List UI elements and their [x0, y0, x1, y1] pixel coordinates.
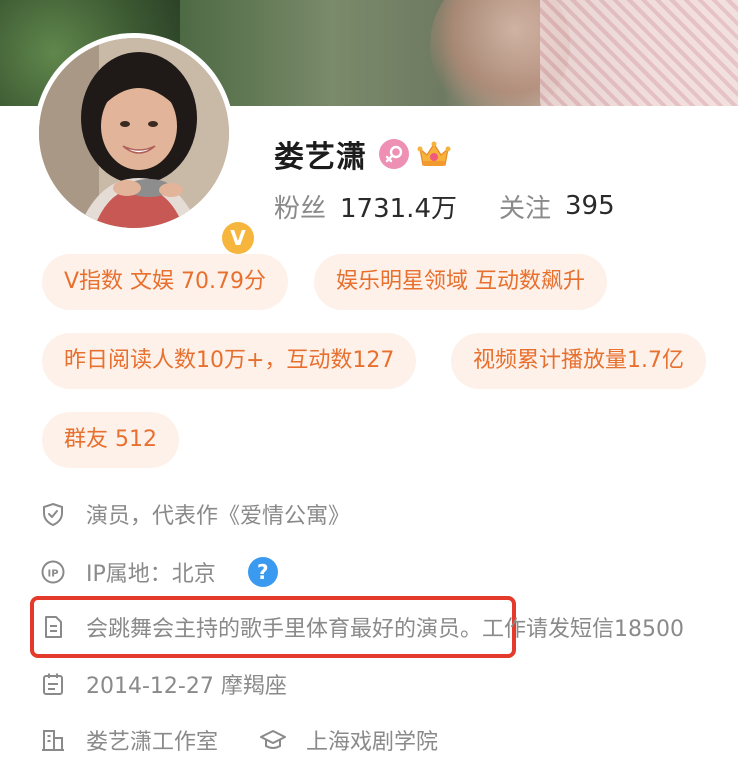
company-text[interactable]: 娄艺潇工作室 — [86, 724, 218, 756]
verification-text: 演员，代表作《爱情公寓》 — [86, 504, 351, 529]
bio-text: 会跳舞会主持的歌手里体育最好的演员。工作请发短信18500 — [86, 617, 684, 642]
profile-page: V 娄艺潇 粉丝 1731.4万 关注 395 V指数 文娱 70.79分 娱乐… — [0, 0, 738, 762]
name-row: 娄艺潇 — [274, 132, 451, 176]
tag-entertainment-rising[interactable]: 娱乐明星领域 互动数飙升 — [314, 254, 607, 310]
birthday-text: 2014-12-27 摩羯座 — [86, 674, 287, 699]
help-icon[interactable]: ? — [247, 557, 278, 587]
avatar[interactable] — [39, 38, 229, 228]
svg-text:IP: IP — [47, 569, 58, 580]
shield-check-icon — [38, 499, 68, 529]
tag-video-plays[interactable]: 视频累计播放量1.7亿 — [451, 333, 706, 389]
bio-row[interactable]: 会跳舞会主持的歌手里体育最好的演员。工作请发短信18500 — [38, 607, 684, 647]
fans-stat[interactable]: 粉丝 1731.4万 — [274, 188, 457, 225]
birthday-row: 2014-12-27 摩羯座 — [38, 664, 287, 704]
calendar-icon — [38, 669, 68, 699]
building-icon — [38, 725, 68, 755]
graduation-cap-icon — [258, 725, 288, 755]
following-value: 395 — [565, 191, 615, 221]
crown-icon[interactable] — [417, 139, 451, 169]
ip-icon: IP — [38, 557, 68, 587]
fans-label: 粉丝 — [274, 193, 327, 224]
verified-v-icon: V — [222, 222, 254, 254]
following-stat[interactable]: 关注 395 — [499, 188, 615, 225]
stats-row: 粉丝 1731.4万 关注 395 — [274, 186, 615, 226]
tag-group-friends[interactable]: 群友 512 — [42, 412, 179, 468]
ip-location-row: IP IP属地：北京 ? — [38, 552, 278, 592]
ip-location-text: IP属地：北京 — [86, 562, 216, 587]
school-text[interactable]: 上海戏剧学院 — [306, 724, 438, 756]
fans-value: 1731.4万 — [340, 193, 457, 224]
verification-row: 演员，代表作《爱情公寓》 — [38, 494, 350, 534]
tag-daily-reads[interactable]: 昨日阅读人数10万+，互动数127 — [42, 333, 417, 389]
company-school-row: 娄艺潇工作室 上海戏剧学院 — [38, 720, 438, 760]
document-icon — [38, 612, 68, 642]
profile-name: 娄艺潇 — [274, 140, 367, 175]
tag-v-index[interactable]: V指数 文娱 70.79分 — [42, 254, 289, 310]
following-label: 关注 — [499, 193, 552, 224]
avatar-frame: V — [34, 33, 257, 257]
verified-badge: V — [219, 219, 257, 257]
female-icon — [379, 139, 409, 169]
